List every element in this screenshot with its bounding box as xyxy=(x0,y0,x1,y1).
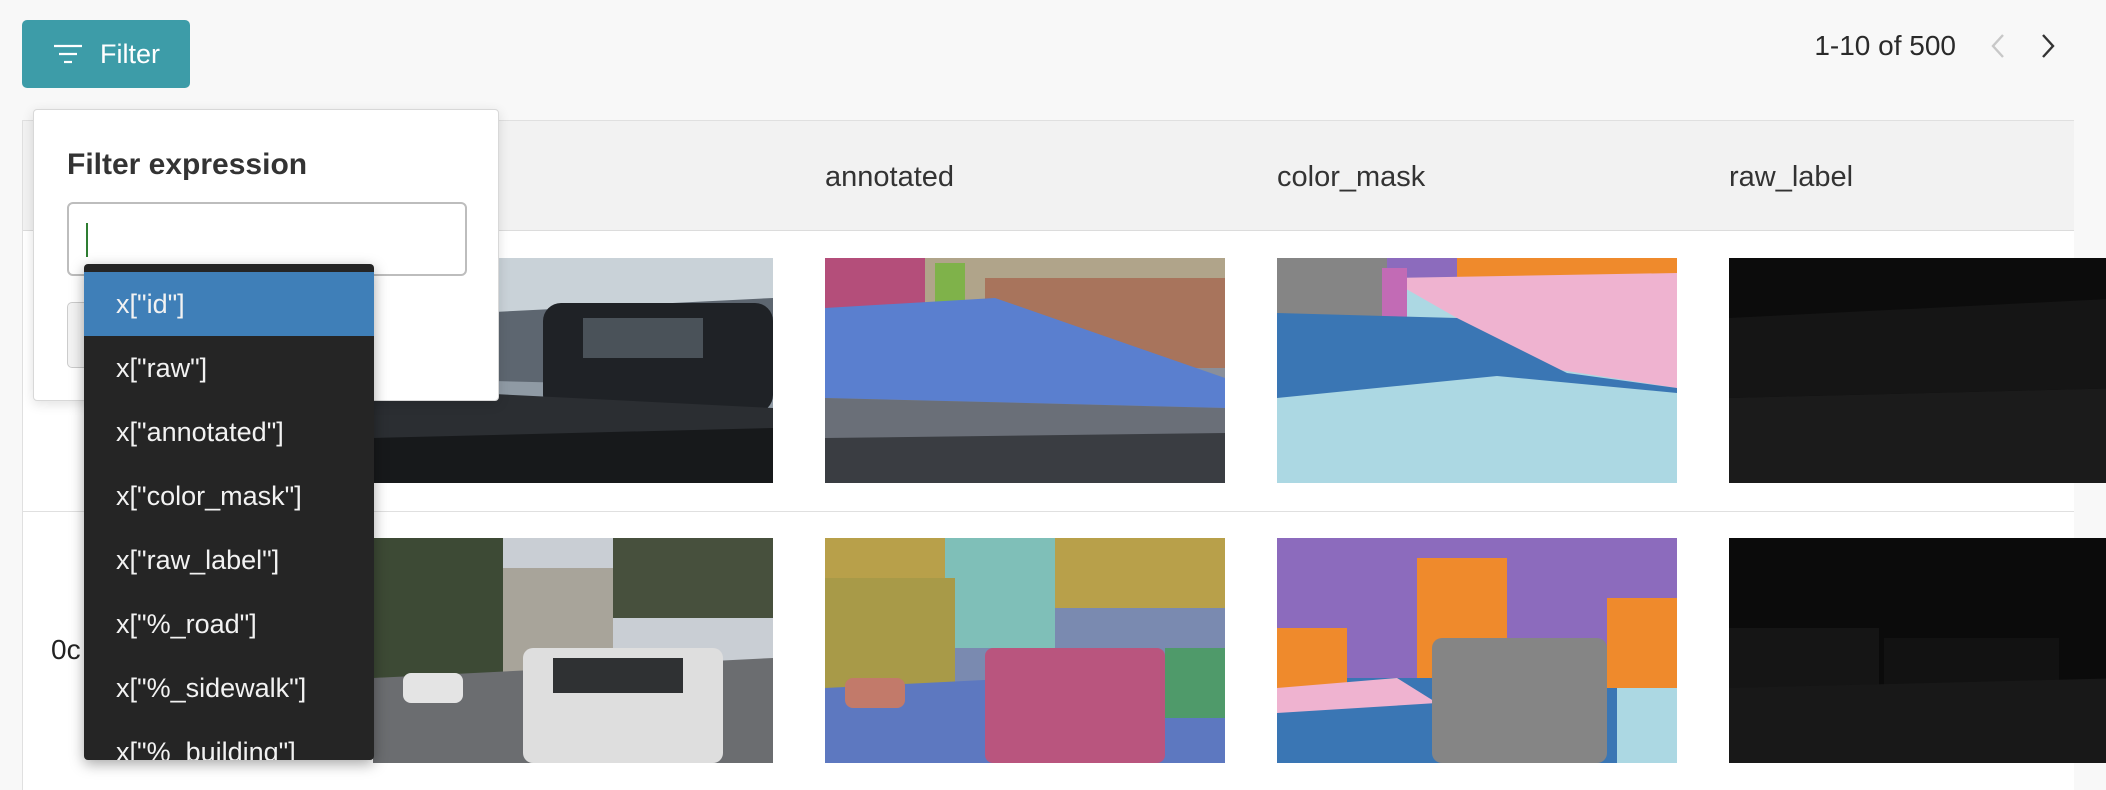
prev-page-button[interactable] xyxy=(1990,33,2006,59)
autocomplete-option[interactable]: x["%_road"] xyxy=(84,592,374,656)
annotated-image-thumbnail[interactable] xyxy=(825,258,1225,483)
raw-image-thumbnail[interactable] xyxy=(373,538,773,763)
pagination-range: 1-10 of 500 xyxy=(1814,30,1956,61)
row-id: 0c xyxy=(51,634,81,665)
autocomplete-option[interactable]: x["%_building"] xyxy=(84,720,374,761)
autocomplete-option[interactable]: x["raw"] xyxy=(84,336,374,400)
raw-label-thumbnail[interactable] xyxy=(1729,258,2106,483)
autocomplete-option[interactable]: x["color_mask"] xyxy=(84,464,374,528)
chevron-right-icon xyxy=(2042,34,2055,58)
filter-button-label: Filter xyxy=(100,38,160,69)
filter-icon xyxy=(54,44,82,64)
autocomplete-option[interactable]: x["raw_label"] xyxy=(84,528,374,592)
raw-label-thumbnail[interactable] xyxy=(1729,538,2106,763)
autocomplete-dropdown: x["id"] x["raw"] x["annotated"] x["color… xyxy=(84,264,374,760)
filter-button[interactable]: Filter xyxy=(22,20,190,88)
color-mask-thumbnail[interactable] xyxy=(1277,538,1677,763)
text-caret xyxy=(86,223,88,257)
column-header-raw-label[interactable]: raw_label xyxy=(1729,161,1853,194)
autocomplete-option[interactable]: x["id"] xyxy=(84,272,374,336)
column-header-color-mask[interactable]: color_mask xyxy=(1277,161,1425,194)
column-header-annotated[interactable]: annotated xyxy=(825,161,954,194)
autocomplete-option[interactable]: x["%_sidewalk"] xyxy=(84,656,374,720)
annotated-image-thumbnail[interactable] xyxy=(825,538,1225,763)
pagination: 1-10 of 500 xyxy=(1814,30,2056,62)
filter-expression-title: Filter expression xyxy=(67,148,308,181)
color-mask-thumbnail[interactable] xyxy=(1277,258,1677,483)
chevron-left-icon xyxy=(1991,34,2004,58)
next-page-button[interactable] xyxy=(2040,33,2056,59)
autocomplete-option[interactable]: x["annotated"] xyxy=(84,400,374,464)
